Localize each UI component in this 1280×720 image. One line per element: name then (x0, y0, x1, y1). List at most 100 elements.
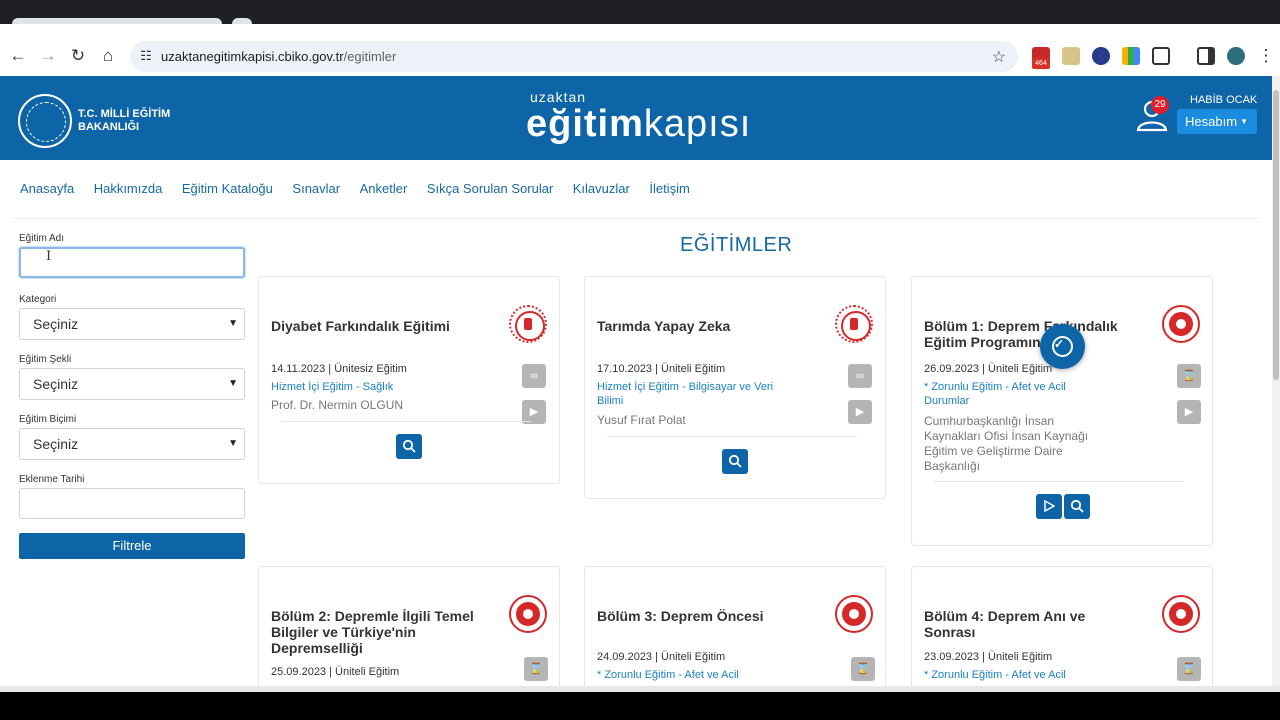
card-title[interactable]: Diyabet Farkındalık Eğitimi (271, 318, 471, 334)
search-button[interactable] (1064, 494, 1090, 519)
card-meta: 26.09.2023 | Üniteli Eğitim (924, 363, 1053, 375)
hourglass-icon: ⌛ (1177, 364, 1201, 388)
training-format-select[interactable]: Seçiniz ▼ (19, 428, 245, 460)
side-panel-icon[interactable] (1197, 47, 1215, 65)
card-title[interactable]: Bölüm 2: Depremle İlgili Temel Bilgiler … (271, 608, 481, 656)
category-select-value: Seçiniz (33, 316, 79, 332)
training-card[interactable]: Bölüm 3: Deprem Öncesi 24.09.2023 | Ünit… (584, 566, 886, 686)
training-shape-label: Eğitim Şekli (19, 354, 72, 365)
training-format-label: Eğitim Biçimi (19, 414, 77, 425)
card-category[interactable]: Hizmet İçi Eğitim - Bilgisayar ve Veri B… (597, 380, 787, 408)
address-bar[interactable]: ☷ uzaktanegitimkapisi.cbiko.gov.tr/egiti… (130, 41, 1018, 72)
back-arrow-icon[interactable]: ← (8, 46, 28, 66)
tab-strip (0, 0, 1280, 24)
date-added-input[interactable] (19, 488, 245, 519)
profile-avatar-icon[interactable] (1227, 47, 1245, 65)
page-title: EĞİTİMLER (680, 234, 793, 256)
training-card[interactable]: Bölüm 1: Deprem Farkındalık Eğitim Progr… (911, 276, 1213, 546)
nav-item-hakkimizda[interactable]: Hakkımızda (94, 181, 163, 196)
training-card[interactable]: Bölüm 4: Deprem Anı ve Sonrası 23.09.202… (911, 566, 1213, 686)
home-icon[interactable]: ⌂ (98, 46, 118, 66)
caret-down-icon: ▼ (1240, 117, 1248, 126)
account-label: Hesabım (1185, 114, 1238, 129)
infinity-icon: ∞ (522, 364, 546, 388)
url-text[interactable]: uzaktanegitimkapisi.cbiko.gov.tr/egitiml… (161, 49, 396, 64)
nav-item-sinavlar[interactable]: Sınavlar (292, 181, 340, 196)
extension-circle-icon[interactable] (1092, 47, 1110, 65)
filter-button[interactable]: Filtrele (19, 533, 245, 559)
search-icon (1070, 499, 1084, 513)
training-card[interactable]: Tarımda Yapay Zeka 17.10.2023 | Üniteli … (584, 276, 886, 499)
notification-badge[interactable]: 29 (1151, 96, 1169, 114)
training-name-label: Eğitim Adı (19, 233, 65, 244)
extensions-puzzle-icon[interactable] (1152, 47, 1170, 65)
brand-small-text: uzaktan (530, 89, 587, 105)
ministry-of-health-seal-icon (509, 305, 547, 343)
training-card[interactable]: Bölüm 2: Depremle İlgili Temel Bilgiler … (258, 566, 560, 686)
browser-menu-icon[interactable]: ⋮ (1256, 46, 1276, 66)
card-category[interactable]: * Zorunlu Eğitim - Afet ve Acil (597, 668, 797, 682)
card-title[interactable]: Bölüm 3: Deprem Öncesi (597, 608, 797, 624)
search-icon (402, 439, 416, 453)
card-meta: 23.09.2023 | Üniteli Eğitim (924, 651, 1053, 663)
user-name: HABİB OCAK (1190, 94, 1258, 106)
training-format-select-value: Seçiniz (33, 436, 79, 452)
chevron-down-icon: ▼ (228, 318, 238, 329)
card-title[interactable]: Tarımda Yapay Zeka (597, 318, 797, 334)
forward-arrow-icon[interactable]: → (38, 46, 58, 66)
search-button[interactable] (396, 434, 422, 459)
category-label: Kategori (19, 294, 57, 305)
card-meta: 14.11.2023 | Ünitesiz Eğitim (271, 363, 407, 375)
site-brand-logo[interactable]: uzaktan eğitimkapısı (526, 90, 751, 144)
meb-logo-icon[interactable] (18, 94, 72, 148)
extension-chart-icon[interactable] (1122, 47, 1140, 65)
extension-box-icon[interactable] (1062, 47, 1080, 65)
page-scrollbar[interactable] (1272, 76, 1280, 686)
nav-item-sss[interactable]: Sıkça Sorulan Sorular (427, 181, 553, 196)
url-path: /egitimler (343, 49, 397, 64)
account-dropdown-button[interactable]: Hesabım ▼ (1177, 109, 1257, 134)
site-info-icon[interactable]: ☷ (138, 48, 154, 64)
card-category[interactable]: * Zorunlu Eğitim - Afet ve Acil (924, 668, 1124, 682)
training-card[interactable]: Diyabet Farkındalık Eğitimi 14.11.2023 |… (258, 276, 560, 484)
nav-item-anasayfa[interactable]: Anasayfa (20, 181, 74, 196)
training-name-input[interactable] (19, 247, 245, 278)
presidency-seal-icon (1162, 305, 1200, 343)
meb-line-2: BAKANLIĞI (78, 121, 140, 133)
play-icon (1044, 499, 1056, 513)
search-button[interactable] (722, 449, 748, 474)
presidency-seal-icon (509, 595, 547, 633)
url-host: uzaktanegitimkapisi.cbiko.gov.tr (161, 49, 344, 64)
horizontal-scrollbar[interactable] (0, 686, 1280, 692)
training-shape-select-value: Seçiniz (33, 376, 79, 392)
card-author: Prof. Dr. Nermin OLGUN (271, 398, 404, 412)
nav-item-kilavuzlar[interactable]: Kılavuzlar (573, 181, 630, 196)
card-divider (934, 481, 1184, 482)
video-camera-icon: ▶ (848, 400, 872, 424)
date-added-label: Eklenme Tarihi (19, 474, 85, 485)
main-nav: Anasayfa Hakkımızda Eğitim Kataloğu Sına… (20, 181, 709, 196)
play-button[interactable] (1036, 494, 1062, 519)
nav-item-egitim-katalogu[interactable]: Eğitim Kataloğu (182, 181, 273, 196)
category-select[interactable]: Seçiniz ▼ (19, 308, 245, 340)
training-shape-select[interactable]: Seçiniz ▼ (19, 368, 245, 400)
card-title[interactable]: Bölüm 1: Deprem Farkındalık Eğitim Progr… (924, 318, 1139, 350)
presidency-seal-icon (1162, 595, 1200, 633)
brand-big-bold: eğitim (526, 103, 644, 145)
hourglass-icon: ⌛ (1177, 657, 1201, 681)
nav-item-iletisim[interactable]: İletişim (649, 181, 689, 196)
meb-logo-text[interactable]: T.C. MİLLİ EĞİTİM BAKANLIĞI (78, 108, 170, 134)
card-category[interactable]: Hizmet İçi Eğitim - Sağlık (271, 380, 471, 394)
bookmark-star-icon[interactable]: ☆ (992, 47, 1006, 67)
reload-icon[interactable]: ↻ (68, 46, 88, 66)
card-category[interactable]: * Zorunlu Eğitim - Afet ve Acil Durumlar (924, 380, 1099, 408)
card-title[interactable]: Bölüm 4: Deprem Anı ve Sonrası (924, 608, 1114, 640)
card-divider (281, 421, 531, 422)
card-author: Cumhurbaşkanlığı İnsan Kaynakları Ofisi … (924, 414, 1089, 473)
nav-item-anketler[interactable]: Anketler (360, 181, 408, 196)
hourglass-icon: ⌛ (524, 657, 548, 681)
web-page: T.C. MİLLİ EĞİTİM BAKANLIĞI uzaktan eğit… (0, 76, 1272, 686)
scrollbar-thumb[interactable] (1273, 90, 1279, 380)
hourglass-icon: ⌛ (851, 657, 875, 681)
video-camera-icon: ▶ (1177, 400, 1201, 424)
